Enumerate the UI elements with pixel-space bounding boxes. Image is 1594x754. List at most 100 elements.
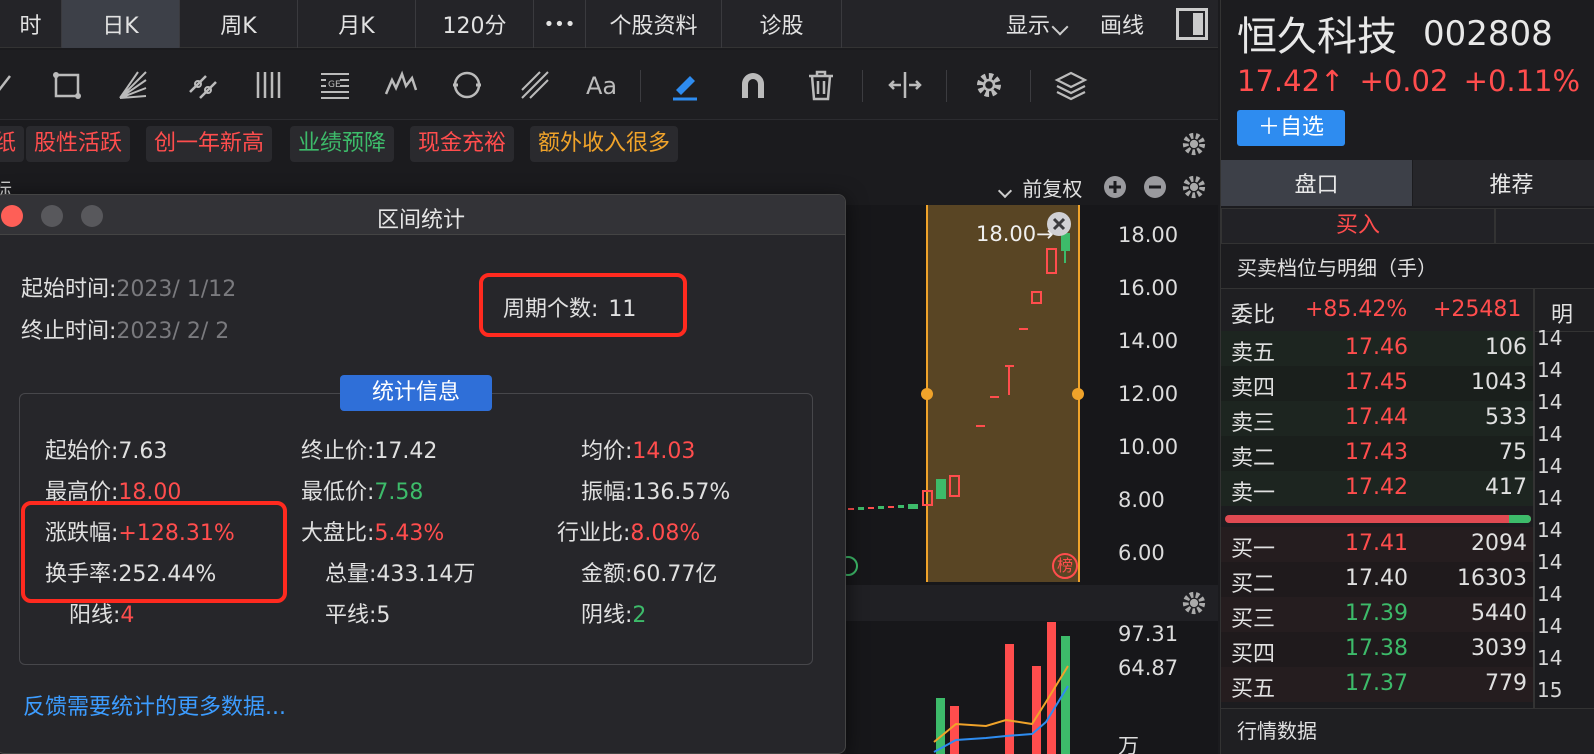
stat-value: 8.08% [630,521,701,546]
stat-label: 起始价: [45,439,119,464]
rectangle-tool-icon[interactable] [50,68,84,102]
add-watchlist-button[interactable]: ＋自选 [1237,110,1345,146]
level-volume: 16303 [1457,566,1527,591]
tag-item[interactable]: 现金充裕 [410,126,515,162]
stat-value: 5.43% [374,521,445,546]
bid-level-row[interactable]: 买一 17.41 2094 [1221,527,1535,562]
level-label: 卖三 [1231,411,1276,436]
level-price: 17.37 [1345,671,1408,696]
pitchfork-icon[interactable] [518,68,552,102]
ask-level-row[interactable]: 卖四 17.45 1043 [1221,366,1535,401]
bid-ask-ratio-bar-green [1509,515,1531,523]
tab-120min[interactable]: 120分 [416,0,534,48]
volume-bar [1005,644,1014,754]
fan-lines-icon[interactable] [116,68,150,102]
candle [949,475,960,497]
pre-interval-candles [848,504,918,510]
y-tick-label: 12.00 [1118,382,1179,406]
detail-value: 14 [1537,614,1563,638]
panel-toggle-icon[interactable] [1176,8,1208,40]
weibi-label: 委比 [1231,303,1276,328]
stat-total-volume: 总量:433.14万 [325,556,475,588]
start-time-row: 起始时间:2023/ 1/12 [21,271,236,303]
stat-value: 60.77亿 [632,562,718,587]
tag-item[interactable]: 额外收入很多 [530,126,679,162]
split-arrows-icon[interactable] [888,68,922,102]
display-menu[interactable]: 显示 [1006,8,1069,40]
end-time-label: 终止时间: [21,319,117,344]
level-price: 17.44 [1345,405,1408,430]
stat-label: 大盘比: [301,521,375,546]
highlighter-icon[interactable] [668,68,702,102]
ask-level-row[interactable]: 卖二 17.43 75 [1221,436,1535,471]
tag-item[interactable]: 创一年新高 [146,126,273,162]
draw-line-button[interactable]: 画线 [1100,8,1144,40]
rank-badge[interactable]: 榜 [1052,553,1078,579]
level-price: 17.40 [1345,566,1408,591]
magnet-icon[interactable] [736,68,770,102]
ask-level-row[interactable]: 卖一 17.42 417 [1221,471,1535,506]
buy-tab[interactable]: 买入 [1221,208,1495,244]
parallel-channel-icon[interactable] [186,68,220,102]
feedback-link[interactable]: 反馈需要统计的更多数据... [23,689,286,721]
gear-icon[interactable] [1180,173,1208,201]
tab-daily-k[interactable]: 日K [62,0,180,48]
tab-stock-profile[interactable]: 个股资料 [586,0,722,48]
candle [888,506,894,508]
tab-order-book[interactable]: 盘口 [1221,160,1413,206]
tab-weekly-k[interactable]: 周K [180,0,298,48]
tab-more[interactable]: ••• [534,0,586,48]
tab-diagnose[interactable]: 诊股 [722,0,842,48]
level-price: 17.38 [1345,636,1408,661]
trash-icon[interactable] [804,68,838,102]
adjust-dropdown[interactable]: 前复权 [996,173,1082,202]
level-price: 17.42 [1345,475,1408,500]
dialog-titlebar[interactable]: 区间统计 [0,195,845,235]
layers-icon[interactable] [1054,68,1088,102]
end-time-value[interactable]: 2023/ 2/ 2 [116,319,229,344]
interval-stats-dialog: 区间统计 起始时间:2023/ 1/12 终止时间:2023/ 2/ 2 周期个… [0,194,846,754]
market-data-header[interactable]: 行情数据 [1221,708,1594,754]
bid-level-row[interactable]: 买五 17.37 779 [1221,667,1535,702]
text-tool-icon[interactable]: Aa [586,68,620,102]
start-time-label: 起始时间: [21,277,117,302]
toolbar-separator [1030,70,1031,102]
gear-icon[interactable] [1180,589,1208,617]
max-price-annotation: 18.00→ [976,222,1054,246]
level-label: 卖二 [1231,446,1276,471]
start-time-value[interactable]: 2023/ 1/12 [116,277,236,302]
zoom-in-icon[interactable] [1103,175,1127,199]
tab-recommend[interactable]: 推荐 [1413,160,1594,206]
detail-value: 14 [1537,422,1563,446]
gear-icon[interactable] [972,68,1006,102]
line-tool-icon[interactable] [0,68,28,102]
level-volume: 3039 [1471,636,1527,661]
stat-flat-candles: 平线:5 [325,597,390,629]
tag-item[interactable]: 纸 [0,126,25,162]
vertical-lines-icon[interactable] [252,68,286,102]
gann-lines-icon[interactable]: GE [318,68,352,102]
y-tick-label: 14.00 [1118,329,1179,353]
tab-monthly-k[interactable]: 月K [298,0,416,48]
tab-fenshi[interactable]: 时 [0,0,62,48]
ask-level-row[interactable]: 卖五 17.46 106 [1221,331,1535,366]
y-tick-label: 64.87 [1118,656,1179,680]
stats-info-button[interactable]: 统计信息 [340,375,492,411]
zoom-out-icon[interactable] [1143,175,1167,199]
tag-item[interactable]: 股性活跃 [26,126,131,162]
volume-bars [933,622,1070,754]
ask-level-row[interactable]: 卖三 17.44 533 [1221,401,1535,436]
stat-label: 金额: [581,562,633,587]
sell-tab[interactable] [1495,208,1594,244]
cycle-tool-icon[interactable] [450,68,484,102]
tag-item[interactable]: 业绩预降 [290,126,395,162]
edge-column-divider [1533,288,1535,708]
bid-level-row[interactable]: 买二 17.40 16303 [1221,562,1535,597]
stat-value: 5 [376,603,391,628]
close-icon[interactable] [1046,211,1072,237]
wave-tool-icon[interactable] [384,68,418,102]
stock-code: 002808 [1423,14,1553,54]
bid-level-row[interactable]: 买四 17.38 3039 [1221,632,1535,667]
bid-level-row[interactable]: 买三 17.39 5440 [1221,597,1535,632]
gear-icon[interactable] [1180,130,1208,158]
